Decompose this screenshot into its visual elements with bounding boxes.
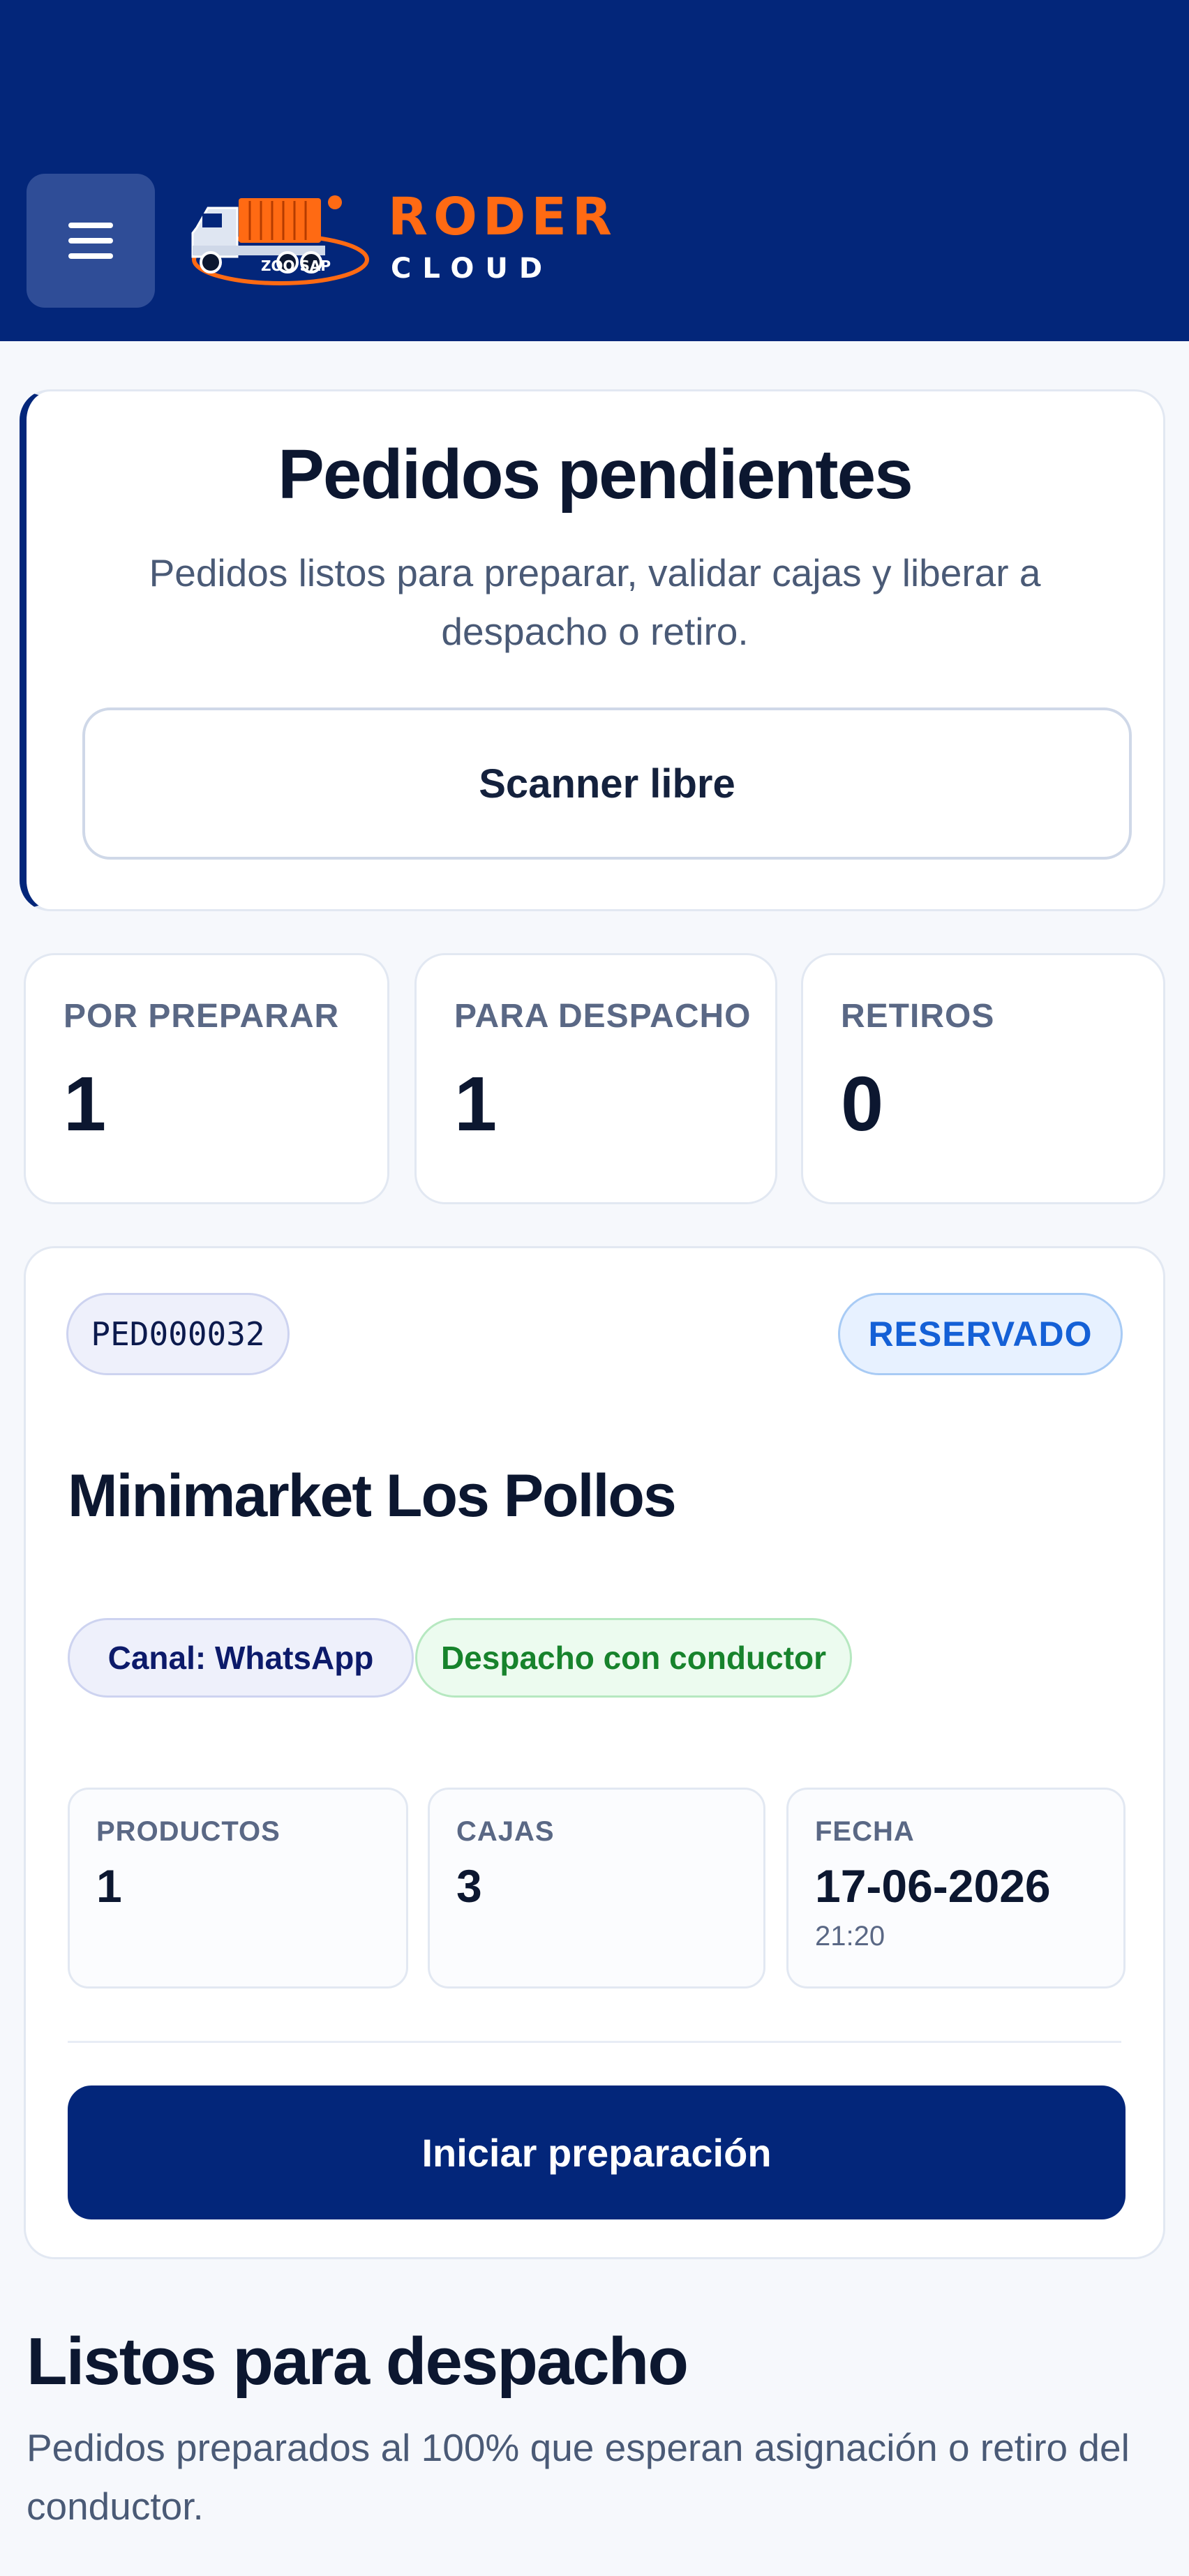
pending-orders-card: Pedidos pendientes Pedidos listos para p…: [20, 389, 1165, 911]
stat-label: POR PREPARAR: [63, 998, 340, 1035]
truck-logo-icon: ZOO SAP: [191, 195, 369, 285]
brand-subtitle: CLOUD: [391, 253, 554, 285]
order-id-badge: PED000032: [66, 1293, 290, 1375]
stat-label: PARA DESPACHO: [454, 998, 751, 1035]
meta-label: FECHA: [815, 1816, 915, 1847]
meta-value: 17-06-2026: [815, 1860, 1051, 1912]
divider: [68, 2041, 1121, 2043]
order-card: PED000032 RESERVADO Minimarket Los Pollo…: [24, 1246, 1165, 2259]
order-customer-name: Minimarket Los Pollos: [68, 1462, 677, 1529]
meta-label: PRODUCTOS: [96, 1816, 281, 1847]
meta-label: CAJAS: [456, 1816, 555, 1847]
svg-text:ZOO SAP: ZOO SAP: [261, 257, 331, 274]
meta-value: 3: [456, 1860, 482, 1912]
stat-label: RETIROS: [841, 998, 995, 1035]
stat-card-to-prepare: POR PREPARAR 1: [24, 953, 389, 1204]
page-subtitle: Pedidos listos para preparar, validar ca…: [149, 551, 1041, 653]
scanner-button[interactable]: Scanner libre: [82, 707, 1132, 860]
stat-card-pickups: RETIROS 0: [801, 953, 1165, 1204]
stat-value: 0: [841, 1061, 884, 1147]
page-title: Pedidos pendientes: [278, 435, 913, 514]
meta-date: FECHA 17-06-2026 21:20: [786, 1788, 1126, 1989]
order-status-badge: RESERVADO: [838, 1293, 1123, 1375]
stat-value: 1: [63, 1061, 107, 1147]
start-preparation-button[interactable]: Iniciar preparación: [68, 2085, 1126, 2219]
dispatch-type-badge: Despacho con conductor: [415, 1618, 852, 1698]
top-app-bar: ZOO SAP RODER CLOUD: [0, 0, 1189, 341]
meta-boxes: CAJAS 3: [428, 1788, 765, 1989]
meta-time: 21:20: [815, 1921, 885, 1952]
hamburger-menu-icon: [68, 223, 113, 259]
section-title: Listos para despacho: [27, 2324, 689, 2399]
meta-products: PRODUCTOS 1: [68, 1788, 408, 1989]
section-subtitle: Pedidos preparados al 100% que esperan a…: [27, 2426, 1130, 2528]
brand-name: RODER: [388, 187, 618, 247]
menu-button[interactable]: [27, 174, 155, 308]
channel-badge: Canal: WhatsApp: [68, 1618, 414, 1698]
stat-card-for-dispatch: PARA DESPACHO 1: [414, 953, 777, 1204]
stat-value: 1: [454, 1061, 498, 1147]
meta-value: 1: [96, 1860, 122, 1912]
